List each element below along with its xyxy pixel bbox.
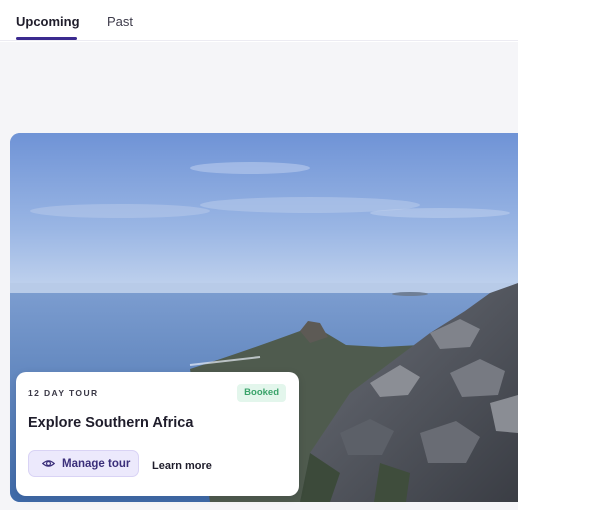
manage-tour-label: Manage tour bbox=[62, 457, 131, 470]
tab-upcoming[interactable]: Upcoming bbox=[16, 14, 80, 30]
trip-card: 12 DAY TOUR Booked Explore Southern Afri… bbox=[16, 372, 299, 496]
trip-tabs: Upcoming Past bbox=[0, 0, 518, 41]
learn-more-link[interactable]: Learn more bbox=[152, 460, 212, 472]
status-badge: Booked bbox=[237, 384, 286, 402]
active-tab-indicator bbox=[16, 37, 77, 40]
manage-tour-button[interactable]: Manage tour bbox=[28, 450, 139, 477]
tour-title[interactable]: Explore Southern Africa bbox=[28, 415, 193, 431]
tour-length-label: 12 DAY TOUR bbox=[28, 388, 99, 398]
tab-past[interactable]: Past bbox=[107, 14, 133, 30]
eye-icon bbox=[42, 460, 55, 467]
